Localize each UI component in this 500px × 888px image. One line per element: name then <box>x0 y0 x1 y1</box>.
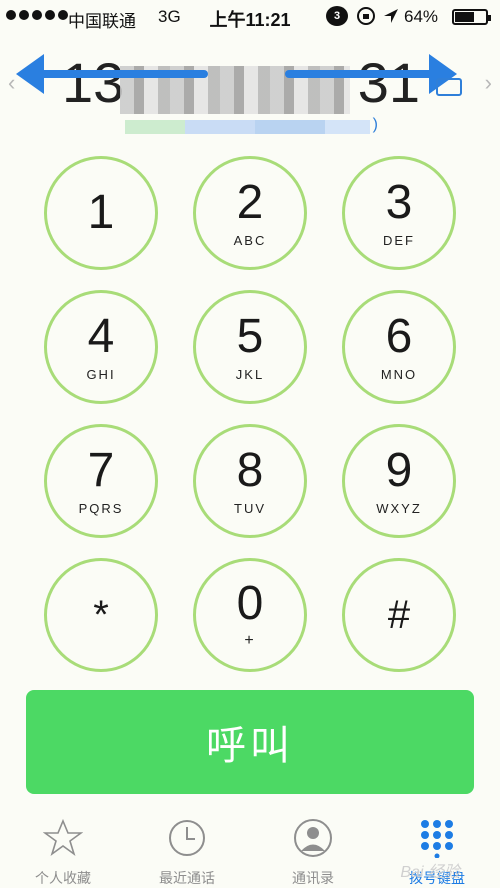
key-digit: 9 <box>385 443 413 497</box>
key-4[interactable]: 4 GHI <box>44 290 158 404</box>
clock-icon <box>169 820 205 856</box>
key-letters: + <box>244 632 256 649</box>
key-7[interactable]: 7 PQRS <box>44 424 158 538</box>
key-digit: 8 <box>236 443 264 497</box>
tab-label: 通讯录 <box>292 870 334 886</box>
star-icon <box>43 818 83 857</box>
key-digit: 6 <box>385 309 413 363</box>
key-5[interactable]: 5 JKL <box>193 290 307 404</box>
key-letters: GHI <box>86 366 116 382</box>
tab-bar: 个人收藏 最近通话 通讯录 拨号键盘 Bai 经验 <box>0 810 500 888</box>
key-digit: # <box>387 592 411 637</box>
key-letters: MNO <box>380 366 418 382</box>
key-1[interactable]: 1 <box>44 156 158 270</box>
tab-contacts[interactable]: 通讯录 <box>258 810 368 888</box>
tab-favorites[interactable]: 个人收藏 <box>8 810 118 888</box>
watermark-logo: Bai 经验 <box>400 864 460 881</box>
key-letters: JKL <box>235 366 265 382</box>
key-9[interactable]: 9 WXYZ <box>342 424 456 538</box>
key-letters: PQRS <box>78 500 124 516</box>
key-3[interactable]: 3 DEF <box>342 156 456 270</box>
key-digit: 3 <box>385 175 413 229</box>
key-digit: 2 <box>236 175 264 229</box>
contacts-icon <box>294 819 332 857</box>
key-digit: 4 <box>87 309 115 363</box>
key-8[interactable]: 8 TUV <box>193 424 307 538</box>
key-digit: 1 <box>87 186 115 239</box>
key-digit: * <box>93 592 109 637</box>
tab-recents[interactable]: 最近通话 <box>132 810 242 888</box>
key-pound[interactable]: # <box>342 558 456 672</box>
key-0[interactable]: 0 + <box>193 558 307 672</box>
key-star[interactable]: * <box>44 558 158 672</box>
key-digit: 5 <box>236 309 264 363</box>
key-digit: 0 <box>236 577 264 630</box>
key-digit: 7 <box>87 443 115 497</box>
key-letters: ABC <box>233 232 267 248</box>
tab-label: 个人收藏 <box>35 870 91 886</box>
tab-label: 最近通话 <box>159 870 215 886</box>
key-6[interactable]: 6 MNO <box>342 290 456 404</box>
key-letters: DEF <box>383 232 415 248</box>
key-letters: WXYZ <box>376 500 422 516</box>
keypad: 1 2 ABC 3 DEF 4 GHI 5 JKL 6 MNO 7 PQRS 8 TUV 9 WXYZ * 0 + # <box>0 0 500 700</box>
call-button[interactable]: 呼叫 <box>26 690 474 794</box>
key-letters: TUV <box>234 500 266 516</box>
keypad-icon <box>421 820 453 858</box>
key-2[interactable]: 2 ABC <box>193 156 307 270</box>
